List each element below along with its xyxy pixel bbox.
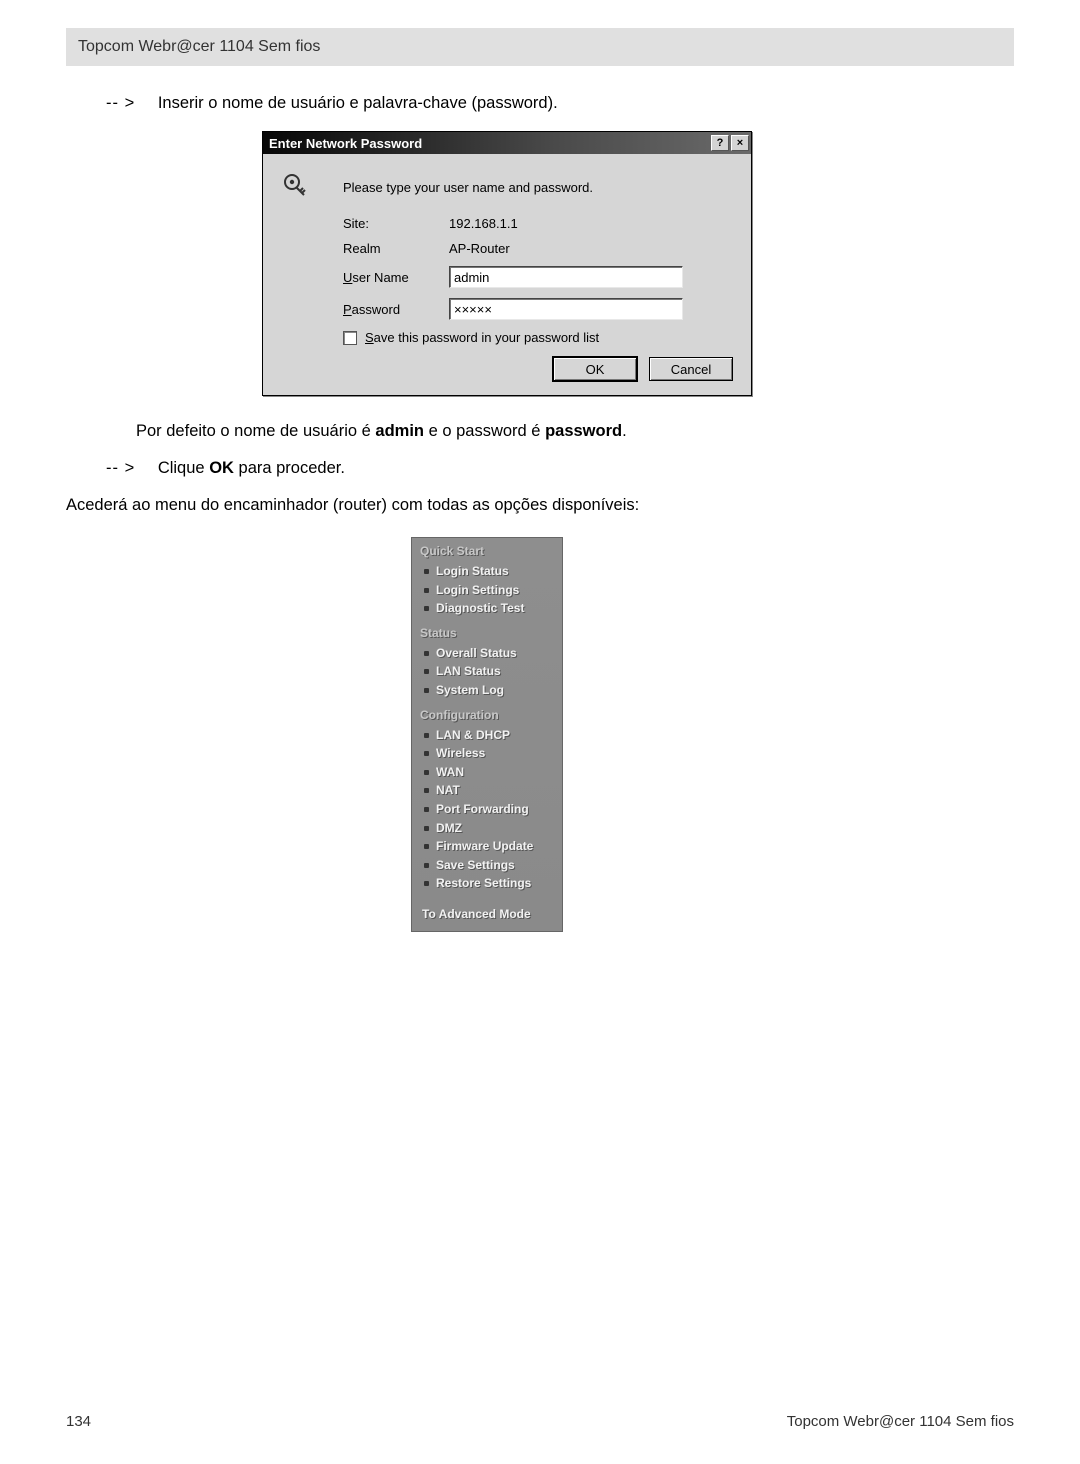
menu-item-login-settings[interactable]: Login Settings <box>422 581 556 600</box>
realm-label: Realm <box>343 241 449 256</box>
menu-item-port-forwarding[interactable]: Port Forwarding <box>422 800 556 819</box>
realm-value: AP-Router <box>449 241 510 256</box>
menu-item-save-settings[interactable]: Save Settings <box>422 856 556 875</box>
menu-section-status: Status <box>420 626 556 640</box>
menu-item-firmware-update[interactable]: Firmware Update <box>422 837 556 856</box>
menu-item-system-log[interactable]: System Log <box>422 681 556 700</box>
menu-item-lan-status[interactable]: LAN Status <box>422 662 556 681</box>
help-icon[interactable]: ? <box>711 135 729 151</box>
close-icon[interactable]: × <box>731 135 749 151</box>
menu-item-advanced-mode[interactable]: To Advanced Mode <box>422 907 556 921</box>
dialog-prompt: Please type your user name and password. <box>313 180 735 195</box>
footer-brand: Topcom Webr@cer 1104 Sem fios <box>787 1413 1014 1430</box>
dialog-title: Enter Network Password <box>269 136 709 151</box>
menu-item-dmz[interactable]: DMZ <box>422 819 556 838</box>
menu-section-quick-start: Quick Start <box>420 544 556 558</box>
menu-item-lan-dhcp[interactable]: LAN & DHCP <box>422 726 556 745</box>
page-footer: 134 Topcom Webr@cer 1104 Sem fios <box>66 1413 1014 1430</box>
access-text: Acederá ao menu do encaminhador (router)… <box>66 496 1014 515</box>
network-password-dialog: Enter Network Password ? × Please type y… <box>262 131 752 396</box>
password-label: Password <box>343 302 449 317</box>
username-input[interactable] <box>449 266 683 288</box>
default-credentials-text: Por defeito o nome de usuário é admin e … <box>136 422 1014 441</box>
save-password-label: Save this password in your password list <box>365 330 599 345</box>
menu-section-configuration: Configuration <box>420 708 556 722</box>
arrow-1: -- > <box>106 94 135 112</box>
ok-button[interactable]: OK <box>553 357 637 381</box>
password-input[interactable] <box>449 298 683 320</box>
menu-item-nat[interactable]: NAT <box>422 781 556 800</box>
menu-item-overall-status[interactable]: Overall Status <box>422 644 556 663</box>
instruction-line-1: -- > Inserir o nome de usuário e palavra… <box>106 94 1014 113</box>
save-password-checkbox[interactable] <box>343 331 357 345</box>
menu-item-restore-settings[interactable]: Restore Settings <box>422 874 556 893</box>
menu-item-diagnostic-test[interactable]: Diagnostic Test <box>422 599 556 618</box>
cancel-button[interactable]: Cancel <box>649 357 733 381</box>
menu-item-wan[interactable]: WAN <box>422 763 556 782</box>
site-value: 192.168.1.1 <box>449 216 518 231</box>
key-icon <box>279 172 313 202</box>
username-label: User Name <box>343 270 449 285</box>
instruction-line-2: -- > Clique OK para proceder. <box>106 459 1014 478</box>
page-header: Topcom Webr@cer 1104 Sem fios <box>66 28 1014 66</box>
instruction-text-1: Inserir o nome de usuário e palavra-chav… <box>158 94 558 112</box>
site-label: Site: <box>343 216 449 231</box>
menu-item-login-status[interactable]: Login Status <box>422 562 556 581</box>
page-number: 134 <box>66 1413 91 1430</box>
menu-item-wireless[interactable]: Wireless <box>422 744 556 763</box>
router-menu: Quick Start Login Status Login Settings … <box>411 537 563 932</box>
dialog-titlebar: Enter Network Password ? × <box>263 132 751 154</box>
arrow-2: -- > <box>106 459 135 477</box>
